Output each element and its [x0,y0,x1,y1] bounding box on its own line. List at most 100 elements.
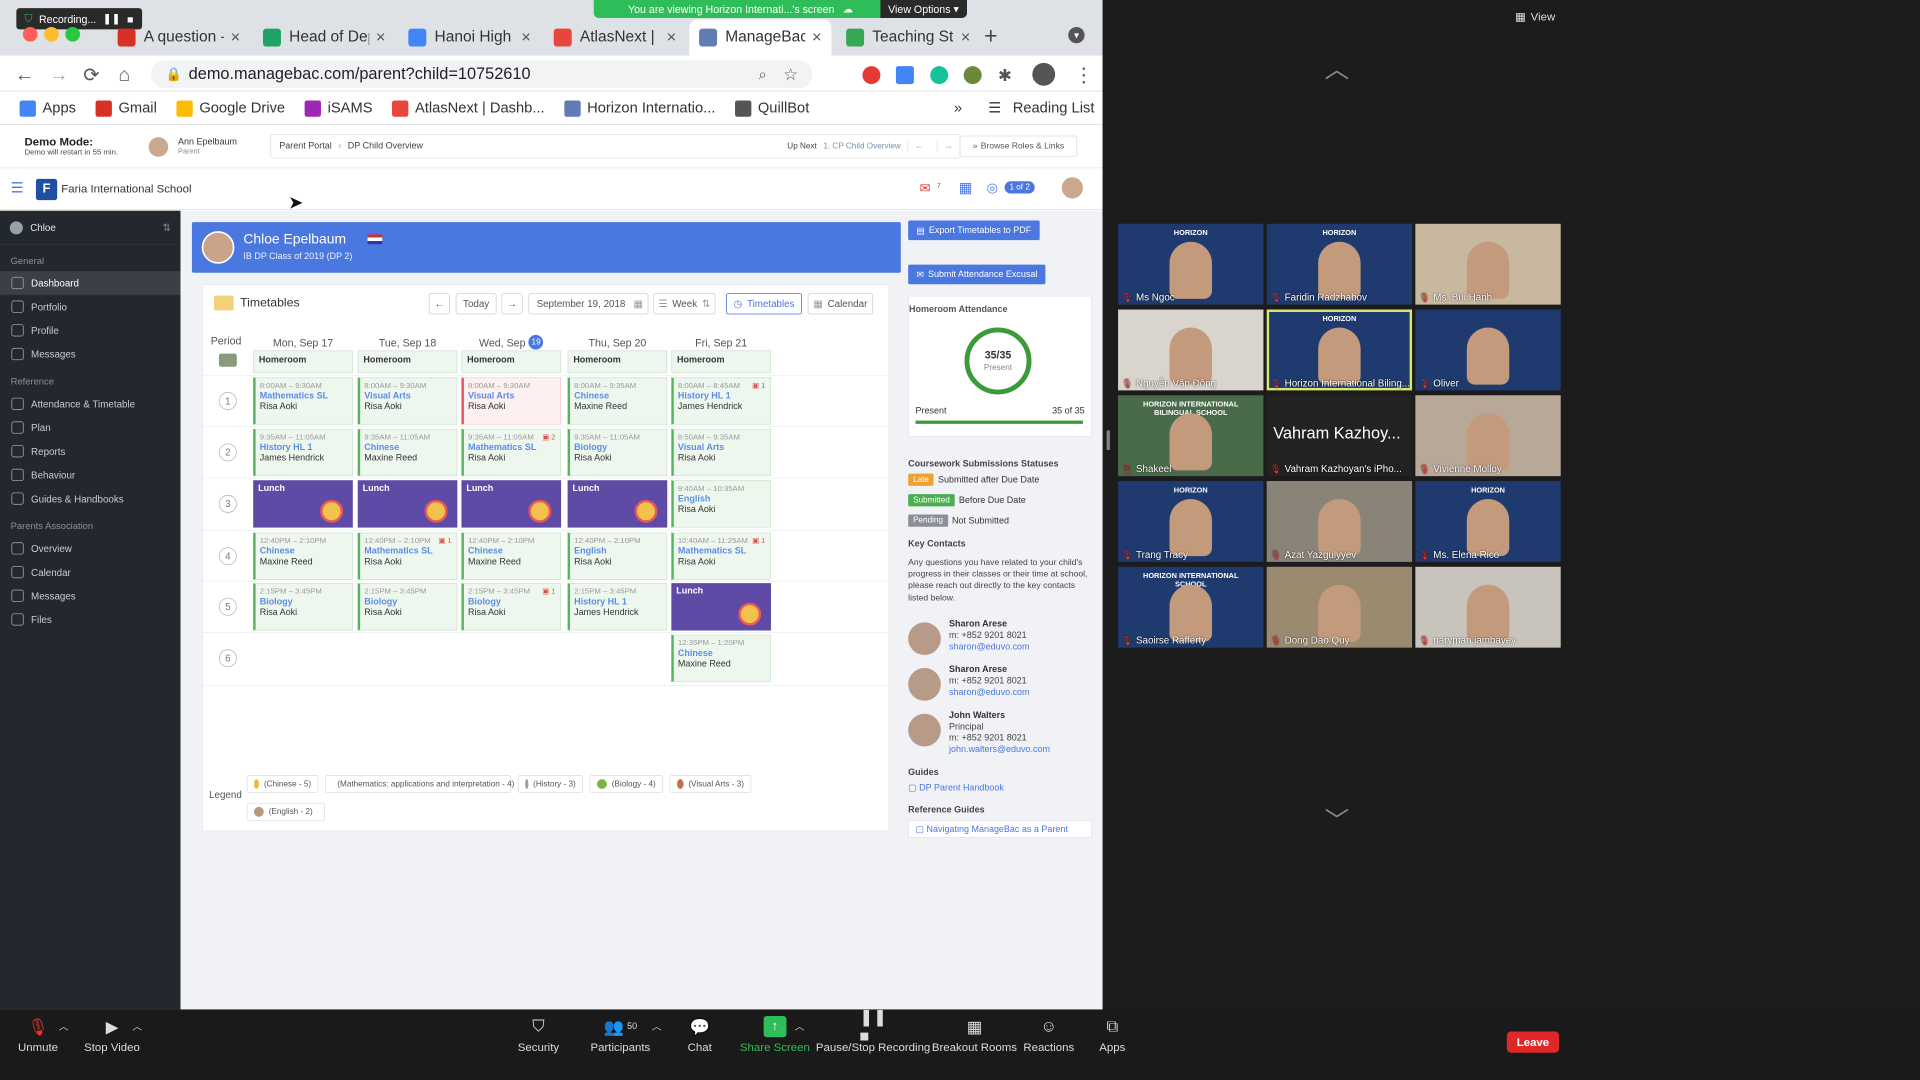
window-close-dot[interactable] [22,26,38,42]
bookmark-star-icon[interactable]: ☆ [783,64,798,84]
reload-icon[interactable]: ⟳ [83,64,99,88]
class-cell[interactable]: 9:35AM – 11:05AM Mathematics SL Risa Aoki ▣… [461,428,562,477]
browser-menu-icon[interactable]: ⋮ [1074,64,1094,88]
extension-translate-icon[interactable] [895,66,914,85]
bookmark-item[interactable]: iSAMS [304,100,373,117]
view-options-button[interactable]: View Options ▾ [879,0,967,18]
prev-week-button[interactable]: ← [428,293,451,315]
participant-tile[interactable]: HORIZON INTERNATIONAL SCHOOL🎙Saoirse Raf… [1118,566,1264,648]
user-avatar[interactable] [1061,177,1083,199]
participant-tile[interactable]: HORIZON 🎙 Horizon International Biling... [1266,309,1413,391]
class-cell[interactable]: 12:40PM – 2:10PM Mathematics SL Risa Aoki ▣… [357,532,458,580]
class-cell[interactable]: 8:00AM – 9:35AM Chinese Maxine Reed [567,377,668,425]
class-cell[interactable]: 10:40AM – 11:25AM Mathematics SL Risa Aoki… [671,532,771,580]
participant-tile[interactable]: 🎙 Ms. Bùi Hạnh [1415,223,1561,305]
gallery-scroll-up-icon[interactable]: ︿ [1325,49,1350,85]
participants-caret-icon[interactable]: ︿ [652,1019,662,1033]
browser-tab[interactable]: A question - × [108,20,250,56]
participant-tile[interactable]: 🎙 naryman jambayev [1415,566,1561,648]
extensions-puzzle-icon[interactable]: ✱ [998,65,1012,85]
homeroom-cell[interactable]: Homeroom [253,350,353,374]
class-cell[interactable]: 2:15PM – 3:45PM History HL 1 James Hendric… [567,583,668,631]
browse-roles-button[interactable]: » Browse Roles & Links [959,135,1078,157]
sidebar-item[interactable]: Guides & Handbooks [0,487,180,511]
gallery-scroll-down-icon[interactable]: ﹀ [1325,800,1350,836]
audio-options-caret-icon[interactable]: ︿ [59,1019,69,1033]
date-picker-input[interactable]: September 19, 2018 ▦ [528,293,649,315]
class-cell[interactable]: 2:15PM – 3:45PM Biology Risa Aoki [357,583,458,631]
apps-button[interactable]: ⧉ Apps [1099,1016,1125,1053]
sidebar-item[interactable]: Messages [0,584,180,608]
close-icon[interactable]: × [806,28,822,47]
breakout-rooms-button[interactable]: ▦ Breakout Rooms [932,1016,1017,1054]
participant-tile[interactable]: HORIZON 🎙 Trang Tracy [1118,481,1264,562]
reading-list-icon[interactable]: ☰ [988,100,1001,117]
participant-tile[interactable]: HORIZON 🎙 Faridin Radzhabov [1266,223,1413,305]
class-cell[interactable]: 12:40PM – 2:10PM Chinese Maxine Reed [253,532,353,580]
sidebar-item[interactable]: Overview [0,537,180,561]
lunch-cell[interactable]: Lunch [567,480,668,528]
chat-button[interactable]: 💬 Chat [688,1016,712,1054]
participant-tile[interactable]: HORIZON 🎙 Ms. Elena Rico [1415,481,1561,562]
class-cell[interactable]: 12:40PM – 2:10PM English Risa Aoki [567,532,668,580]
browser-tab[interactable]: Hanoi High × [399,20,541,56]
sidebar-item[interactable]: Messages [0,342,180,366]
lunch-cell[interactable]: Lunch [253,480,353,528]
participant-tile[interactable]: 🎙 Vivienne Molloy [1415,395,1561,477]
profile-avatar-icon[interactable] [1032,62,1056,86]
reactions-button[interactable]: ☺ Reactions [1023,1016,1074,1053]
mail-icon[interactable]: ✉ [920,180,931,196]
home-icon[interactable]: ⌂ [118,64,130,87]
homeroom-cell[interactable]: Homeroom [357,350,458,374]
apps-grid-icon[interactable]: ▦ [959,180,973,197]
browser-tab[interactable]: ManageBac × [689,19,832,56]
leave-button[interactable]: Leave [1506,1031,1560,1053]
forward-icon[interactable]: → [49,64,69,87]
contact-email-link[interactable]: john.walters@eduvo.com [949,745,1050,755]
bookmarks-overflow-icon[interactable]: » [954,100,962,117]
contact-email-link[interactable]: sharon@eduvo.com [949,642,1030,652]
tab-search-icon[interactable]: ▾ [1068,26,1085,44]
close-icon[interactable]: × [660,28,677,47]
bookmark-item[interactable]: AtlasNext | Dashb... [392,100,545,117]
participant-tile[interactable]: 🎙 Dong Dao Quy [1266,566,1413,648]
class-cell[interactable]: 2:15PM – 3:45PM Biology Risa Aoki ▣ 1 [461,583,562,631]
class-cell[interactable]: 8:00AM – 9:30AM Visual Arts Risa Aoki [461,377,562,425]
gallery-view-button[interactable]: ▦ View [1515,10,1555,24]
participants-button[interactable]: 👥 50 Participants [590,1016,650,1054]
close-icon[interactable]: × [954,28,971,47]
class-cell[interactable]: 2:15PM – 3:45PM Biology Risa Aoki [253,583,353,631]
page-indicator-badge[interactable]: 1 of 2 [1004,181,1035,194]
new-tab-icon[interactable]: + [984,23,997,49]
participant-tile[interactable]: Vahram Kazhoy... 🎙 Vahram Kazhoyan's iPho.… [1266,395,1413,477]
sidebar-item[interactable]: Plan [0,416,180,440]
class-cell[interactable]: 9:35AM – 11:05AM History HL 1 James Hendri… [253,428,353,477]
class-cell[interactable]: 12:35PM – 1:20PM Chinese Maxine Reed [671,634,771,682]
submit-attendance-button[interactable]: ✉ Submit Attendance Excusal [908,264,1046,285]
lunch-cell[interactable]: Lunch [357,480,458,528]
participant-tile[interactable]: HORIZON 🎙 Ms Ngoc [1118,223,1264,305]
bookmark-item[interactable]: Gmail [95,100,157,117]
reading-list-link[interactable]: Reading List [1013,100,1095,117]
sidebar-item[interactable]: Attendance & Timetable [0,392,180,416]
sidebar-item[interactable]: Dashboard [0,271,181,295]
browser-tab[interactable]: Head of Dep × [253,20,395,56]
sidebar-item[interactable]: Files [0,608,180,632]
student-switcher[interactable]: Chloe ⇅ [0,211,181,246]
breadcrumb-parent-portal[interactable]: Parent Portal [279,141,331,151]
participant-tile[interactable]: 🎙 Azat Yazgulyyev [1266,481,1413,562]
sidebar-item[interactable]: Reports [0,439,180,463]
unmute-button[interactable]: 🎙 Unmute [18,1016,58,1054]
participant-tile[interactable]: HORIZON INTERNATIONAL BILINGUAL SCHOOL 🎙 S… [1118,395,1264,477]
extension-grammarly-icon[interactable] [930,66,949,85]
participant-tile[interactable]: 🎙 Oliver [1415,309,1561,391]
window-maximize-dot[interactable] [65,26,81,42]
class-cell[interactable]: 8:50AM – 9:35AM Visual Arts Risa Aoki [671,428,771,477]
homeroom-cell[interactable]: Homeroom [461,350,562,374]
share-options-caret-icon[interactable]: ︿ [795,1019,805,1033]
class-cell[interactable]: 8:00AM – 9:30AM Visual Arts Risa Aoki [357,377,458,425]
bookmark-item[interactable]: Google Drive [176,100,285,117]
globe-icon[interactable]: ◎ [987,180,998,196]
close-icon[interactable]: × [224,28,241,47]
class-cell[interactable]: 8:00AM – 9:30AM Mathematics SL Risa Aoki [253,377,353,425]
